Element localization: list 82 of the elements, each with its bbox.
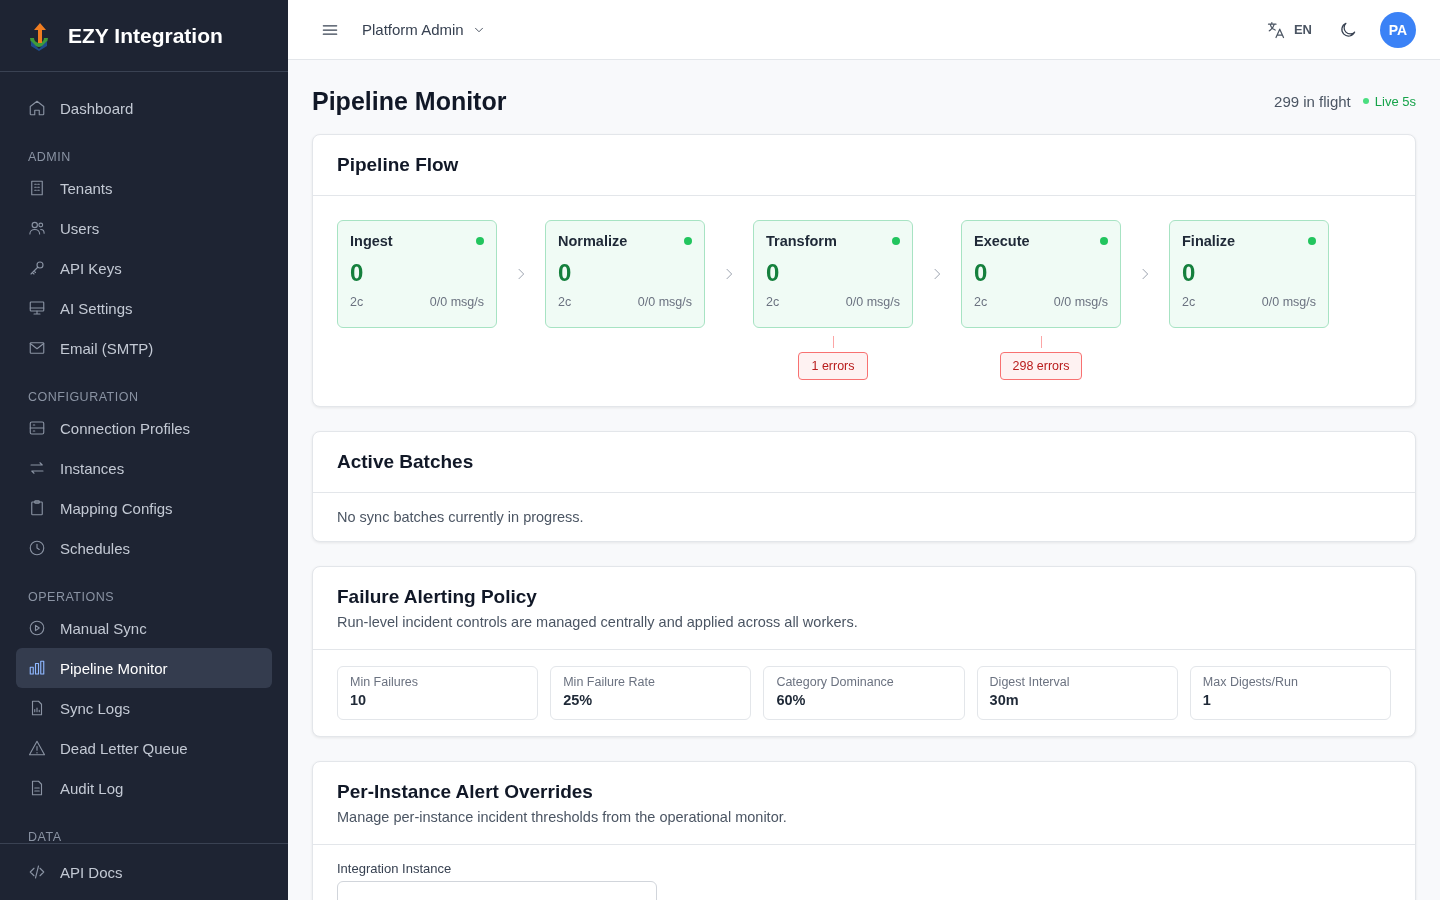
stage-name: Transform [766, 233, 837, 249]
chart-icon [28, 659, 46, 677]
message-rate: 0/0 msg/s [1053, 295, 1108, 309]
arrows-icon [28, 459, 46, 477]
stage-name: Ingest [350, 233, 393, 249]
section-heading: OPERATIONS [27, 589, 116, 606]
monitor-icon [28, 299, 46, 317]
message-rate: 0/0 msg/s [845, 295, 900, 309]
card-title: Pipeline Flow [337, 154, 460, 176]
nav-item[interactable]: Mapping Configs [16, 488, 272, 528]
warning-icon [28, 739, 46, 757]
setting-label: Min Failure Rate [563, 675, 656, 689]
nav-item[interactable]: Manual Sync [16, 608, 272, 648]
setting-label: Min Failures [350, 675, 420, 689]
section-heading: DATA [27, 829, 63, 843]
message-rate: 0/0 msg/s [1261, 295, 1316, 309]
section-heading: CONFIGURATION [27, 389, 140, 406]
setting-label: Category Dominance [776, 675, 895, 689]
nav-item[interactable]: Pipeline Monitor [16, 648, 272, 688]
error-badge[interactable]: 1 errors [798, 352, 868, 380]
clock-icon [28, 539, 46, 557]
nav-item[interactable]: Audit Log [16, 768, 272, 808]
stage-name: Normalize [558, 233, 628, 249]
section-heading: ADMIN [27, 149, 72, 166]
stage-count: 0 [974, 259, 989, 287]
translate-icon [1265, 19, 1286, 40]
clipboard-icon [28, 499, 46, 517]
card-subtitle: Manage per-instance incident thresholds from the operational monitor. [337, 809, 788, 825]
setting-value: 1 [1202, 692, 1212, 708]
in-flight-count: 299 in flight [1274, 92, 1351, 110]
setting-value: 30m [989, 692, 1020, 708]
setting-label: Max Digests/Run [1202, 675, 1299, 689]
consumer-count: 2c [350, 295, 364, 309]
user-avatar[interactable]: PA [1380, 11, 1416, 48]
stage-count: 0 [766, 259, 781, 287]
play-icon [28, 619, 46, 637]
live-indicator: Live 5s [1362, 93, 1416, 109]
error-badge[interactable]: 298 errors [999, 352, 1083, 380]
nav-item[interactable]: AI Settings [16, 288, 272, 328]
stage-count: 0 [350, 259, 365, 287]
nav-item[interactable]: Dashboard [16, 88, 272, 128]
stage-name: Finalize [1182, 233, 1236, 249]
code-icon [28, 863, 46, 881]
nav-item[interactable]: Sync Logs [16, 688, 272, 728]
consumer-count: 2c [558, 295, 572, 309]
card-title: Per-Instance Alert Overrides [337, 781, 594, 803]
card-subtitle: Run-level incident controls are managed centrally and applied across all workers. [337, 614, 859, 630]
home-icon [28, 99, 46, 117]
setting-value: 25% [563, 692, 594, 708]
language-button[interactable]: EN [1265, 19, 1312, 40]
setting-value: 60% [776, 692, 807, 708]
empty-message: No sync batches currently in progress. [336, 508, 585, 527]
stage-name: Execute [974, 233, 1030, 249]
page-title: Pipeline Monitor [312, 86, 508, 116]
stage-count: 0 [1182, 259, 1197, 287]
workspace-dropdown[interactable]: Platform Admin [362, 21, 486, 38]
card-title: Failure Alerting Policy [337, 586, 538, 608]
nav-item[interactable]: Instances [16, 448, 272, 488]
message-rate: 0/0 msg/s [429, 295, 484, 309]
nav-item[interactable]: Email (SMTP) [16, 328, 272, 368]
nav-item[interactable]: API Docs [16, 852, 272, 892]
nav-item[interactable]: API Keys [16, 248, 272, 288]
building-icon [28, 179, 46, 197]
brand-name: EZY Integration [68, 23, 223, 48]
card-title: Active Batches [337, 451, 475, 473]
consumer-count: 2c [974, 295, 988, 309]
nav-item[interactable]: Connection Profiles [16, 408, 272, 448]
setting-label: Digest Interval [989, 675, 1071, 689]
consumer-count: 2c [1182, 295, 1196, 309]
nav-item[interactable]: Users [16, 208, 272, 248]
server-icon [28, 419, 46, 437]
setting-value: 10 [350, 692, 368, 708]
nav-item[interactable]: Dead Letter Queue [16, 728, 272, 768]
key-icon [28, 259, 46, 277]
users-icon [28, 219, 46, 237]
stage-count: 0 [558, 259, 573, 287]
mail-icon [28, 339, 46, 357]
consumer-count: 2c [766, 295, 780, 309]
nav-item[interactable]: Schedules [16, 528, 272, 568]
field-label: Integration Instance [337, 861, 453, 876]
nav-item[interactable]: Tenants [16, 168, 272, 208]
message-rate: 0/0 msg/s [637, 295, 692, 309]
